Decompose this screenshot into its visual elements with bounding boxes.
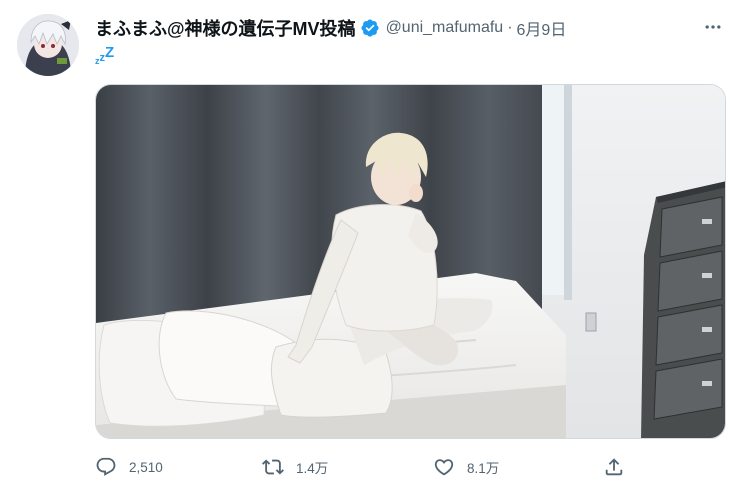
tweet-photo[interactable] [95,84,726,439]
reply-count: 2,510 [129,459,163,475]
tweet-header: まふまふ@神様の遺伝子MV投稿 @uni_mafumafu · 6月9日 [95,16,566,40]
separator-dot: · [507,19,513,36]
like-button[interactable]: 8.1万 [433,452,499,482]
display-name[interactable]: まふまふ@神様の遺伝子MV投稿 [95,15,356,41]
tweet-date[interactable]: 6月9日 [517,16,567,40]
retweet-icon [262,456,284,478]
tweet-actions: 2,510 1.4万 8.1万 [95,452,635,482]
verified-badge-icon [361,19,379,37]
tweet-text-z-large: Z [105,44,115,61]
like-count: 8.1万 [467,461,500,476]
reply-button[interactable]: 2,510 [95,452,163,482]
tweet-text: zzZ [95,44,114,66]
user-handle[interactable]: @uni_mafumafu [386,19,504,37]
retweet-count: 1.4万 [296,461,329,476]
more-options-button[interactable] [695,12,731,42]
heart-icon [433,456,455,478]
avatar-illustration [17,14,79,76]
retweet-button[interactable]: 1.4万 [262,452,328,482]
share-icon [603,456,625,478]
reply-icon [95,456,117,478]
avatar[interactable] [17,14,79,76]
share-button[interactable] [603,452,625,482]
more-options-icon [705,25,721,29]
photo-bedroom-scene [96,85,725,438]
tweet-card[interactable]: まふまふ@神様の遺伝子MV投稿 @uni_mafumafu · 6月9日 zzZ [0,0,749,497]
